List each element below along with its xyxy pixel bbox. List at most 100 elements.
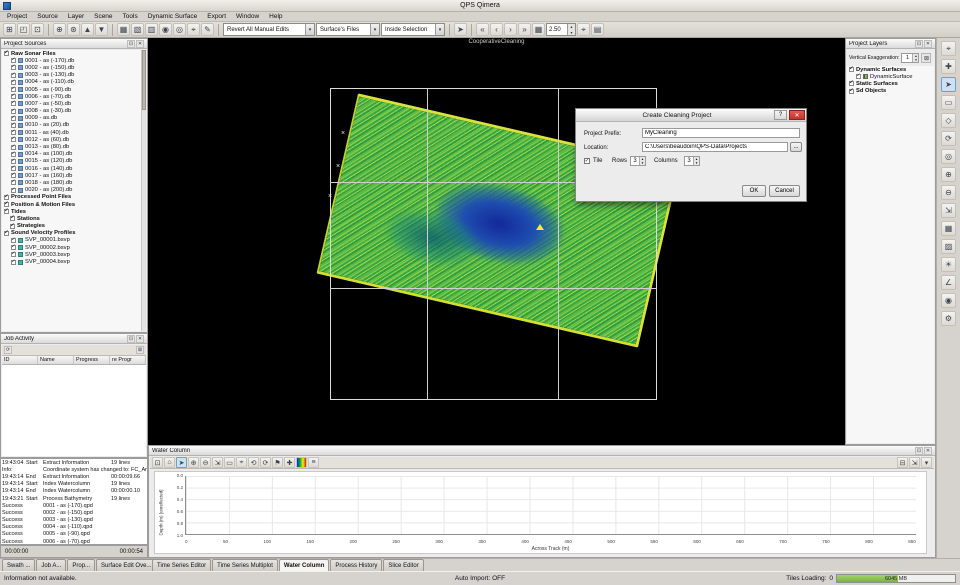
- menu-item[interactable]: Scene: [89, 12, 117, 22]
- measure-icon[interactable]: ⌖: [236, 457, 247, 468]
- pan-view-icon[interactable]: ◎: [941, 149, 956, 164]
- checkbox[interactable]: ✓: [11, 252, 16, 257]
- snapshot-icon[interactable]: ◎: [173, 23, 186, 36]
- select-tool-icon[interactable]: ➤: [454, 23, 467, 36]
- zoom-in-icon[interactable]: ⊕: [941, 167, 956, 182]
- tree-item[interactable]: ✓ 0020 - as (200).db: [2, 187, 141, 194]
- tree-item[interactable]: ✓ 0015 - as (120).db: [2, 158, 141, 165]
- tree-item[interactable]: ✓ Dynamic Surfaces: [847, 66, 934, 73]
- checkbox[interactable]: ✓: [4, 202, 9, 207]
- panel-tab[interactable]: Time Series Editor: [152, 559, 211, 571]
- surface-files-combo[interactable]: Surface's Files ▾: [316, 23, 380, 36]
- menu-item[interactable]: Layer: [63, 12, 89, 22]
- export-icon[interactable]: ▼: [95, 23, 108, 36]
- tree-item[interactable]: ✓ Strategies: [2, 223, 141, 230]
- checkbox[interactable]: ✓: [11, 137, 16, 142]
- menu-item[interactable]: Project: [2, 12, 32, 22]
- tree-item[interactable]: ✓ Stations: [2, 215, 141, 222]
- scene-view[interactable]: CooperativeCleaning × × ×: [148, 38, 845, 445]
- colormap-swatch[interactable]: [296, 457, 307, 468]
- rows-spinner[interactable]: 3 ▴▾: [630, 156, 646, 166]
- checkbox[interactable]: ✓: [11, 130, 16, 135]
- explore-icon[interactable]: ⌖: [941, 41, 956, 56]
- menu-item[interactable]: Tools: [118, 12, 143, 22]
- panel-tab[interactable]: Job A...: [36, 559, 66, 571]
- prev-profile-icon[interactable]: ‹: [490, 23, 503, 36]
- flag-icon[interactable]: ⚑: [272, 457, 283, 468]
- pick-icon[interactable]: ✚: [941, 59, 956, 74]
- column-header[interactable]: ID: [2, 356, 38, 364]
- fit-icon[interactable]: ⇲: [212, 457, 223, 468]
- tree-item[interactable]: ✓ SVP_00004.bsvp: [2, 258, 141, 265]
- slice-width-spinner[interactable]: 2.50 ▴▾: [546, 23, 576, 36]
- job-list[interactable]: [2, 365, 146, 456]
- tree-item[interactable]: ✓ SVP_00003.bsvp: [2, 251, 141, 258]
- polygon-select-icon[interactable]: ◇: [941, 113, 956, 128]
- last-profile-icon[interactable]: »: [518, 23, 531, 36]
- panel-tab[interactable]: Time Series Multiplot: [212, 559, 278, 571]
- wc-expand-icon[interactable]: ⇲: [909, 457, 920, 468]
- zoom-out-icon[interactable]: ⊖: [941, 185, 956, 200]
- close-panel-icon[interactable]: ✕: [924, 447, 932, 455]
- add-raw-sonar-icon[interactable]: ⊕: [53, 23, 66, 36]
- menu-item[interactable]: Source: [32, 12, 63, 22]
- tree-item[interactable]: ✓ 0007 - as (-50).db: [2, 100, 141, 107]
- camera-icon[interactable]: ◉: [941, 293, 956, 308]
- spin-down-icon[interactable]: ▾: [913, 58, 918, 62]
- menu-item[interactable]: Export: [202, 12, 231, 22]
- open-project-icon[interactable]: ◰: [17, 23, 30, 36]
- project-prefix-input[interactable]: [642, 128, 800, 138]
- edit-3d-icon[interactable]: ✎: [201, 23, 214, 36]
- columns-spinner[interactable]: 3 ▴▾: [684, 156, 700, 166]
- rotate-view-icon[interactable]: ⟳: [941, 131, 956, 146]
- select-arrow-icon[interactable]: ➤: [941, 77, 956, 92]
- panel-tab[interactable]: Slice Editor: [383, 559, 423, 571]
- tree-item[interactable]: ✓ 0010 - as (20).db: [2, 122, 141, 129]
- checkbox[interactable]: ✓: [10, 216, 15, 221]
- checkbox[interactable]: ✓: [4, 231, 9, 236]
- tree-item[interactable]: ✓ 0001 - as (-170).db: [2, 57, 141, 64]
- undo-icon[interactable]: ⟲: [248, 457, 259, 468]
- tree-item[interactable]: ✓ 0011 - as (40).db: [2, 129, 141, 136]
- tree-item[interactable]: ✓ 0008 - as (-30).db: [2, 108, 141, 115]
- water-column-plot[interactable]: Depth (m) [unreflected] 0.00.20.40.60.81…: [154, 471, 927, 554]
- zoom-out-icon[interactable]: ⊖: [200, 457, 211, 468]
- checkbox[interactable]: ✓: [11, 159, 16, 164]
- checkbox[interactable]: ✓: [11, 245, 16, 250]
- wc-menu-icon[interactable]: ▾: [921, 457, 932, 468]
- menu-item[interactable]: Help: [264, 12, 287, 22]
- checkbox[interactable]: ✓: [11, 166, 16, 171]
- help-icon[interactable]: ?: [774, 110, 787, 120]
- display-options-icon[interactable]: ≡: [308, 457, 319, 468]
- selection-mode-combo[interactable]: Inside Selection ▾: [381, 23, 445, 36]
- checkbox[interactable]: ✓: [4, 51, 9, 56]
- checkbox[interactable]: ✓: [11, 123, 16, 128]
- column-header[interactable]: Name: [38, 356, 74, 364]
- checkbox[interactable]: ✓: [11, 145, 16, 150]
- menu-item[interactable]: Dynamic Surface: [143, 12, 203, 22]
- add-processed-points-icon[interactable]: ⊛: [67, 23, 80, 36]
- checkbox[interactable]: ✓: [11, 73, 16, 78]
- checkbox[interactable]: ✓: [856, 74, 861, 79]
- checkbox[interactable]: ✓: [11, 80, 16, 85]
- select-rect-icon[interactable]: ▭: [224, 457, 235, 468]
- tree-item[interactable]: ✓ Tides: [2, 208, 141, 215]
- tree-item[interactable]: ✓ 0018 - as (180).db: [2, 179, 141, 186]
- rect-select-icon[interactable]: ▭: [941, 95, 956, 110]
- cancel-button[interactable]: Cancel: [769, 185, 800, 197]
- spin-down-icon[interactable]: ▾: [694, 161, 699, 165]
- grid-icon[interactable]: ▦: [941, 221, 956, 236]
- close-panel-icon[interactable]: ✕: [136, 40, 144, 48]
- checkbox[interactable]: ✓: [11, 58, 16, 63]
- home-view-icon[interactable]: ⌂: [164, 457, 175, 468]
- panel-tab[interactable]: Prop...: [67, 559, 95, 571]
- tree-item[interactable]: ✓ Sound Velocity Profiles: [2, 230, 141, 237]
- checkbox[interactable]: ✓: [11, 260, 16, 265]
- crosshair-icon[interactable]: ⌖: [577, 23, 590, 36]
- location-input[interactable]: [642, 142, 788, 152]
- checkbox[interactable]: ✓: [849, 81, 854, 86]
- beam-pick-icon[interactable]: ✚: [284, 457, 295, 468]
- checkbox[interactable]: ✓: [11, 180, 16, 185]
- ok-button[interactable]: OK: [742, 185, 766, 197]
- undock-panel-icon[interactable]: ⊡: [127, 335, 135, 343]
